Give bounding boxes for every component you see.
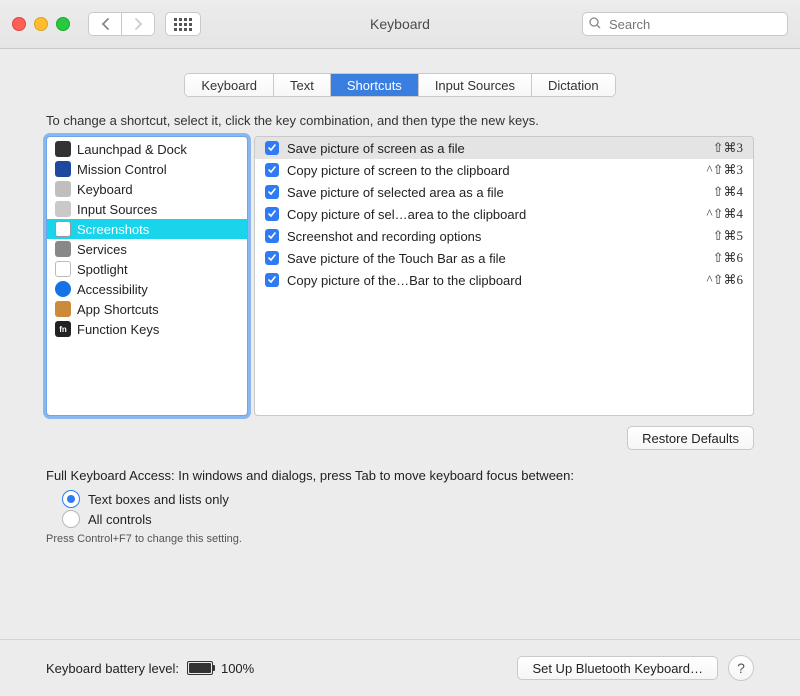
- category-label: Screenshots: [77, 222, 149, 237]
- shortcut-label: Save picture of screen as a file: [287, 141, 705, 156]
- tab-bar: KeyboardTextShortcutsInput SourcesDictat…: [0, 73, 800, 97]
- search-wrap: [582, 12, 788, 36]
- footer: Keyboard battery level: 100% Set Up Blue…: [0, 639, 800, 696]
- shortcut-row[interactable]: Save picture of selected area as a file ⇧…: [255, 181, 753, 203]
- battery-icon: [187, 661, 213, 675]
- category-label: Input Sources: [77, 202, 157, 217]
- restore-defaults-button[interactable]: Restore Defaults: [627, 426, 754, 450]
- category-label: Accessibility: [77, 282, 148, 297]
- forward-button[interactable]: [121, 13, 154, 35]
- category-label: Mission Control: [77, 162, 167, 177]
- shortcut-label: Copy picture of screen to the clipboard: [287, 163, 699, 178]
- screen-icon: [55, 221, 71, 237]
- category-screenshots[interactable]: Screenshots: [47, 219, 247, 239]
- shortcut-label: Copy picture of the…Bar to the clipboard: [287, 273, 699, 288]
- shortcut-row[interactable]: Copy picture of sel…area to the clipboar…: [255, 203, 753, 225]
- tab-input-sources[interactable]: Input Sources: [418, 74, 531, 96]
- radio-label: All controls: [88, 512, 152, 527]
- window-controls: [12, 17, 70, 31]
- grid-icon: [174, 18, 192, 31]
- setup-bluetooth-button[interactable]: Set Up Bluetooth Keyboard…: [517, 656, 718, 680]
- checkbox[interactable]: [265, 229, 279, 243]
- radio-off-icon: [62, 510, 80, 528]
- shortcut-key: ^⇧⌘4: [707, 206, 744, 222]
- checkbox[interactable]: [265, 251, 279, 265]
- shortcut-label: Save picture of selected area as a file: [287, 185, 705, 200]
- shortcut-label: Copy picture of sel…area to the clipboar…: [287, 207, 699, 222]
- category-accessibility[interactable]: Accessibility: [47, 279, 247, 299]
- instruction-text: To change a shortcut, select it, click t…: [46, 113, 754, 128]
- category-services[interactable]: Services: [47, 239, 247, 259]
- shortcut-key: ⇧⌘6: [713, 250, 743, 266]
- radio-label: Text boxes and lists only: [88, 492, 229, 507]
- search-input[interactable]: [582, 12, 788, 36]
- tab-dictation[interactable]: Dictation: [531, 74, 615, 96]
- kbd-access-heading: Full Keyboard Access: In windows and dia…: [46, 468, 754, 483]
- category-label: Launchpad & Dock: [77, 142, 187, 157]
- category-spotlight[interactable]: Spotlight: [47, 259, 247, 279]
- titlebar: Keyboard: [0, 0, 800, 49]
- show-all-button[interactable]: [165, 12, 201, 36]
- category-keyboard[interactable]: Keyboard: [47, 179, 247, 199]
- fn-icon: fn: [55, 321, 71, 337]
- search-icon: [589, 17, 601, 29]
- shortcut-label: Screenshot and recording options: [287, 229, 705, 244]
- shortcut-key: ⇧⌘4: [713, 184, 743, 200]
- services-icon: [55, 241, 71, 257]
- help-button[interactable]: ?: [728, 655, 754, 681]
- back-button[interactable]: [89, 13, 121, 35]
- shortcut-row[interactable]: Copy picture of screen to the clipboard ^…: [255, 159, 753, 181]
- tab-text[interactable]: Text: [273, 74, 330, 96]
- radio-all-controls[interactable]: All controls: [62, 509, 754, 529]
- shortcut-pane: Save picture of screen as a file ⇧⌘3 Copy …: [254, 136, 754, 416]
- radio-text-boxes-only[interactable]: Text boxes and lists only: [62, 489, 754, 509]
- shortcut-key: ⇧⌘5: [713, 228, 743, 244]
- category-label: Function Keys: [77, 322, 159, 337]
- category-label: Keyboard: [77, 182, 133, 197]
- checkbox[interactable]: [265, 141, 279, 155]
- input-icon: [55, 201, 71, 217]
- category-mission-control[interactable]: Mission Control: [47, 159, 247, 179]
- tab-keyboard[interactable]: Keyboard: [185, 74, 273, 96]
- shortcut-row[interactable]: Screenshot and recording options ⇧⌘5: [255, 225, 753, 247]
- nav-segment: [88, 12, 155, 36]
- category-label: Spotlight: [77, 262, 128, 277]
- checkbox[interactable]: [265, 185, 279, 199]
- close-window-button[interactable]: [12, 17, 26, 31]
- category-function-keys[interactable]: fn Function Keys: [47, 319, 247, 339]
- battery-status: Keyboard battery level: 100%: [46, 661, 254, 676]
- checkbox[interactable]: [265, 273, 279, 287]
- zoom-window-button[interactable]: [56, 17, 70, 31]
- shortcut-key: ^⇧⌘6: [707, 272, 744, 288]
- chevron-right-icon: [134, 18, 143, 30]
- window-title: Keyboard: [370, 16, 430, 32]
- battery-percent: 100%: [221, 661, 254, 676]
- keyboard-icon: [55, 181, 71, 197]
- category-input-sources[interactable]: Input Sources: [47, 199, 247, 219]
- battery-label: Keyboard battery level:: [46, 661, 179, 676]
- launchpad-icon: [55, 141, 71, 157]
- shortcut-key: ⇧⌘3: [713, 140, 743, 156]
- shortcut-row[interactable]: Copy picture of the…Bar to the clipboard…: [255, 269, 753, 291]
- tab-shortcuts[interactable]: Shortcuts: [330, 74, 418, 96]
- category-label: App Shortcuts: [77, 302, 159, 317]
- checkbox[interactable]: [265, 163, 279, 177]
- shortcut-row[interactable]: Save picture of the Touch Bar as a file ⇧…: [255, 247, 753, 269]
- category-launchpad-dock[interactable]: Launchpad & Dock: [47, 139, 247, 159]
- app-icon: [55, 301, 71, 317]
- mission-icon: [55, 161, 71, 177]
- minimize-window-button[interactable]: [34, 17, 48, 31]
- shortcut-row[interactable]: Save picture of screen as a file ⇧⌘3: [255, 137, 753, 159]
- access-icon: [55, 281, 71, 297]
- category-pane: Launchpad & Dock Mission Control Keyboard I…: [46, 136, 248, 416]
- checkbox[interactable]: [265, 207, 279, 221]
- radio-on-icon: [62, 490, 80, 508]
- category-label: Services: [77, 242, 127, 257]
- kbd-access-hint: Press Control+F7 to change this setting.: [46, 533, 754, 545]
- chevron-left-icon: [101, 18, 110, 30]
- spotlight-icon: [55, 261, 71, 277]
- shortcut-key: ^⇧⌘3: [707, 162, 744, 178]
- shortcut-label: Save picture of the Touch Bar as a file: [287, 251, 705, 266]
- category-app-shortcuts[interactable]: App Shortcuts: [47, 299, 247, 319]
